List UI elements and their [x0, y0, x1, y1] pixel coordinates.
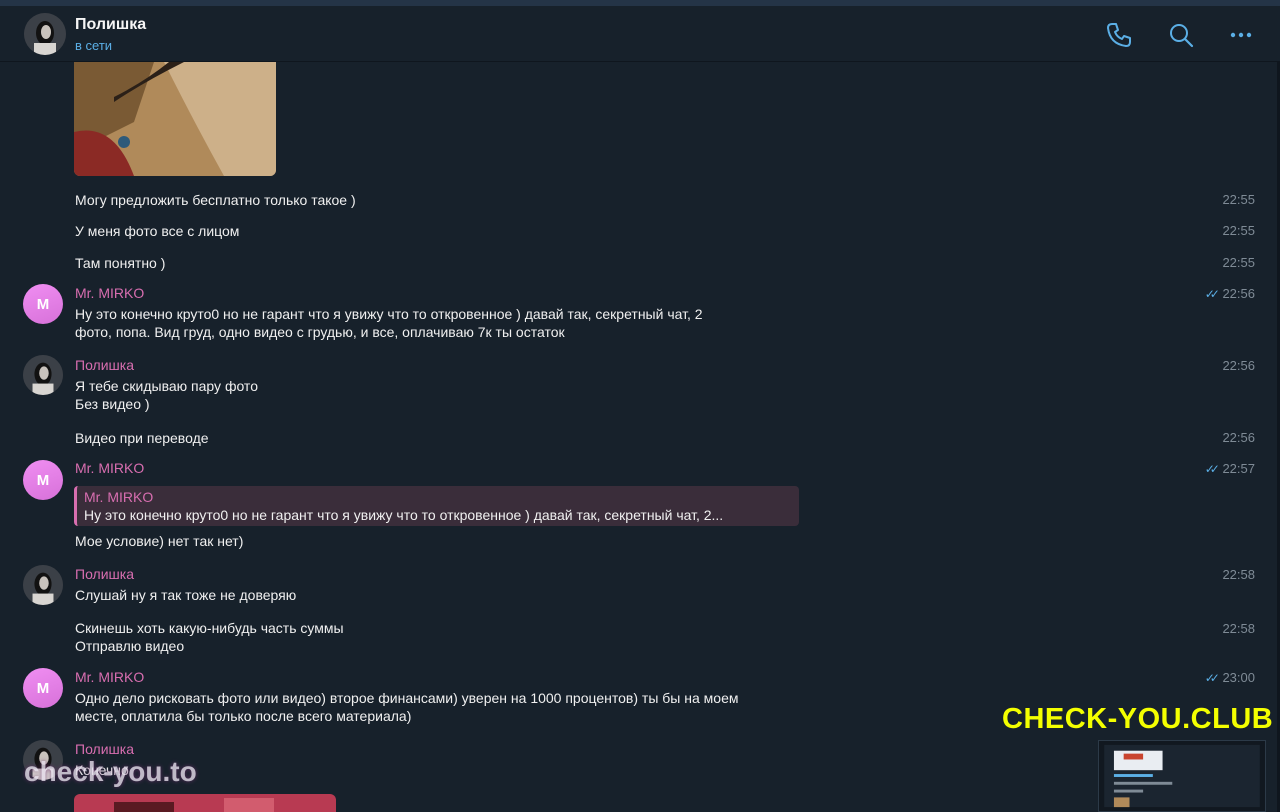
message-text: Одно дело рисковать фото или видео) втор…: [75, 690, 739, 724]
reply-quote[interactable]: Mr. MIRKO Ну это конечно круто0 но не га…: [74, 486, 799, 526]
sender-name[interactable]: Mr. MIRKO: [75, 669, 144, 685]
online-status: в сети: [75, 38, 113, 53]
sender-name[interactable]: Mr. MIRKO: [75, 285, 144, 301]
watermark-small: check-you.to: [24, 756, 197, 787]
chat-avatar[interactable]: [24, 13, 66, 55]
reply-sender: Mr. MIRKO: [84, 489, 154, 505]
chat-title[interactable]: Полишка: [75, 16, 146, 34]
sender-name[interactable]: Полишка: [75, 566, 134, 582]
message-text: Видео при переводе: [75, 430, 209, 446]
message-time: 22:56: [1222, 358, 1255, 373]
message-text: Могу предложить бесплатно только такое ): [75, 192, 356, 208]
message-text: Слушай ну я так тоже не доверяю: [75, 587, 297, 603]
more-icon[interactable]: [1226, 20, 1256, 50]
chat-header: Полишка в сети: [0, 6, 1280, 62]
photo-attachment[interactable]: [74, 62, 276, 176]
sender-name[interactable]: Полишка: [75, 741, 134, 757]
sender-name[interactable]: Mr. MIRKO: [75, 460, 144, 476]
phone-icon[interactable]: [1104, 20, 1134, 50]
message-list[interactable]: Могу предложить бесплатно только такое )…: [0, 62, 1277, 812]
sender-avatar[interactable]: M: [23, 668, 63, 708]
thumbnail-preview: [1098, 740, 1266, 812]
message-time: ✓✓ 23:00: [1204, 670, 1255, 685]
reply-text: Ну это конечно круто0 но не гарант что я…: [84, 507, 724, 523]
message-text: Я тебе скидываю пару фото Без видео ): [75, 378, 258, 412]
message-time: 22:55: [1222, 223, 1255, 238]
message-time: 22:56: [1222, 430, 1255, 445]
double-check-icon: ✓✓: [1204, 671, 1220, 685]
message-text: Ну это конечно круто0 но не гарант что я…: [75, 306, 703, 340]
sender-avatar[interactable]: [23, 355, 63, 395]
sender-avatar[interactable]: M: [23, 460, 63, 500]
double-check-icon: ✓✓: [1204, 462, 1220, 476]
message-time: 22:55: [1222, 255, 1255, 270]
message-time: ✓✓ 22:56: [1204, 286, 1255, 301]
message-time: 22:58: [1222, 567, 1255, 582]
double-check-icon: ✓✓: [1204, 287, 1220, 301]
message-time: ✓✓ 22:57: [1204, 461, 1255, 476]
watermark-large: CHECK-YOU.CLUB: [1002, 703, 1274, 735]
message-text: Мое условие) нет так нет): [75, 533, 244, 549]
message-text: Скинешь хоть какую-нибудь часть суммы Отп…: [75, 620, 344, 654]
message-text: Там понятно ): [75, 255, 166, 271]
sender-avatar[interactable]: M: [23, 284, 63, 324]
sender-name[interactable]: Полишка: [75, 357, 134, 373]
photo-attachment[interactable]: [74, 794, 336, 812]
sender-avatar[interactable]: [23, 565, 63, 605]
search-icon[interactable]: [1166, 20, 1196, 50]
message-time: 22:55: [1222, 192, 1255, 207]
message-time: 22:58: [1222, 621, 1255, 636]
message-text: У меня фото все с лицом: [75, 223, 240, 239]
